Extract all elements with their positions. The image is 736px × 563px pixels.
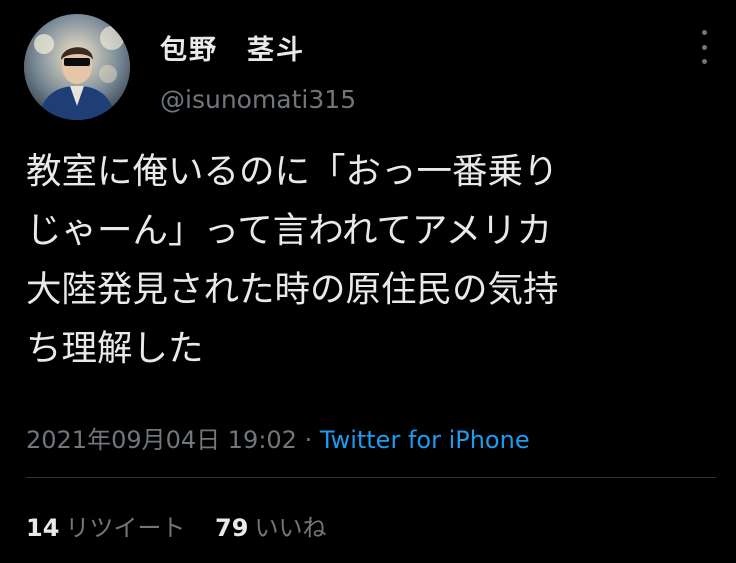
likes-stat[interactable]: 79 いいね xyxy=(215,514,326,542)
retweets-count: 14 xyxy=(26,514,60,542)
source-link[interactable]: Twitter for iPhone xyxy=(320,426,530,454)
more-options-icon[interactable] xyxy=(694,30,714,64)
likes-label: いいね xyxy=(254,514,327,542)
tweet-text-line: じゃーん」って言われてアメリカ xyxy=(26,210,553,251)
tweet-meta: 2021年09月04日 19:02 · Twitter for iPhone xyxy=(26,420,530,455)
avatar[interactable] xyxy=(24,14,130,120)
timestamp[interactable]: 2021年09月04日 19:02 xyxy=(26,426,297,454)
user-handle[interactable]: @isunomati315 xyxy=(160,85,356,114)
retweets-stat[interactable]: 14 リツイート xyxy=(26,514,185,542)
tweet-text-line: ち理解した xyxy=(26,328,204,369)
tweet-text: 教室に俺いるのに「おっ一番乗り じゃーん」って言われてアメリカ 大陸発見された時の原… xyxy=(26,142,716,378)
more-dot xyxy=(701,44,707,50)
retweets-label: リツイート xyxy=(65,514,186,542)
display-name[interactable]: 包野 茎斗 xyxy=(160,28,356,67)
tweet-header: 包野 茎斗 @isunomati315 xyxy=(24,14,714,124)
likes-count: 79 xyxy=(215,514,249,542)
user-names: 包野 茎斗 @isunomati315 xyxy=(160,28,356,114)
tweet-card: 包野 茎斗 @isunomati315 教室に俺いるのに「おっ一番乗り じゃーん」… xyxy=(0,0,736,563)
avatar-image xyxy=(24,14,130,120)
meta-separator: · xyxy=(304,426,313,454)
tweet-text-line: 教室に俺いるのに「おっ一番乗り xyxy=(26,151,559,192)
tweet-text-line: 大陸発見された時の原住民の気持 xyxy=(26,269,559,310)
divider xyxy=(26,477,716,478)
more-dot xyxy=(701,59,707,64)
tweet-stats: 14 リツイート 79 いいね xyxy=(26,508,348,543)
more-dot xyxy=(701,30,707,35)
